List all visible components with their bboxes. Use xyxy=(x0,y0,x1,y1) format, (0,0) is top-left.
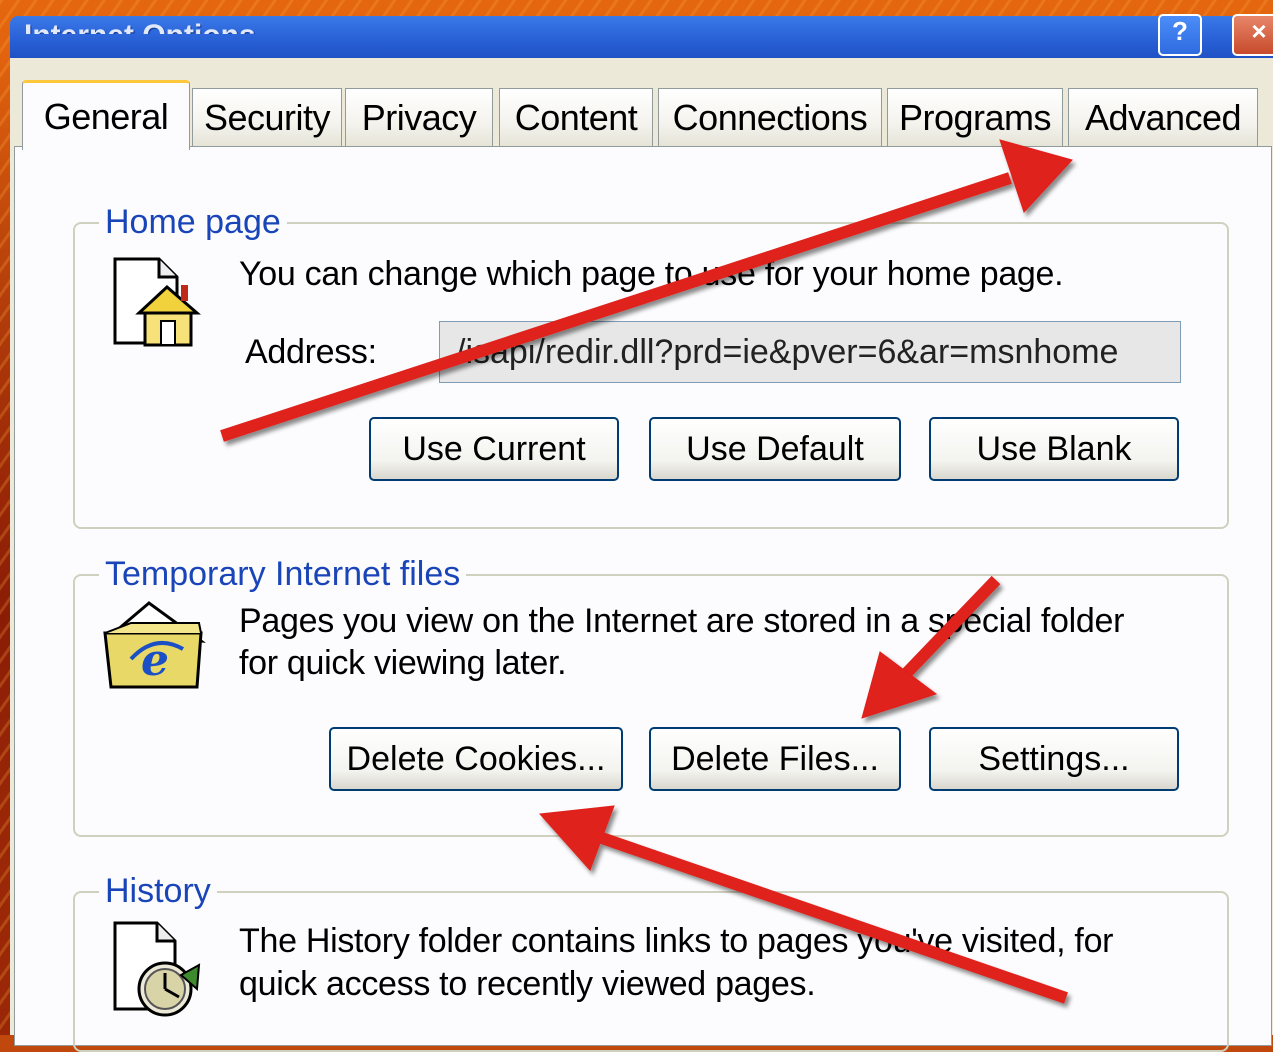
window-title: Internet Options xyxy=(24,19,256,52)
temporary-files-legend: Temporary Internet files xyxy=(105,555,461,593)
temporary-files-group: Temporary Internet files xyxy=(73,555,1229,837)
title-bar[interactable]: Internet Options ? × xyxy=(10,14,1273,60)
tab-advanced[interactable]: Advanced xyxy=(1068,88,1258,146)
tab-general[interactable]: General xyxy=(22,80,190,150)
home-page-description: You can change which page to use for you… xyxy=(239,255,1064,293)
address-label: Address: xyxy=(245,333,377,371)
delete-cookies-button[interactable]: Delete Cookies... xyxy=(329,727,623,791)
tab-connections[interactable]: Connections xyxy=(658,88,882,146)
use-current-button[interactable]: Use Current xyxy=(369,417,619,481)
temp-files-description-line1: Pages you view on the Internet are store… xyxy=(239,602,1125,640)
history-group: History xyxy=(73,872,1229,1052)
history-description-line2: quick access to recently viewed pages. xyxy=(239,965,816,1003)
ie-folder-icon: e xyxy=(103,601,206,689)
close-button[interactable]: × xyxy=(1232,14,1273,56)
tab-strip: General Security Privacy Content Connect… xyxy=(10,58,1273,150)
delete-files-button[interactable]: Delete Files... xyxy=(649,727,901,791)
internet-options-dialog: General Security Privacy Content Connect… xyxy=(10,58,1273,1052)
history-description-line1: The History folder contains links to pag… xyxy=(239,922,1114,960)
use-default-button[interactable]: Use Default xyxy=(649,417,901,481)
home-page-legend: Home page xyxy=(105,203,281,241)
use-blank-button[interactable]: Use Blank xyxy=(929,417,1179,481)
tab-content[interactable]: Content xyxy=(499,88,653,146)
temp-files-description-line2: for quick viewing later. xyxy=(239,644,567,682)
home-page-icon xyxy=(113,257,201,347)
settings-button[interactable]: Settings... xyxy=(929,727,1179,791)
tab-security[interactable]: Security xyxy=(192,88,342,146)
history-clock-icon xyxy=(113,921,201,1017)
tab-privacy[interactable]: Privacy xyxy=(345,88,493,146)
general-tab-page: Home page You can change which page to u… xyxy=(14,146,1272,1052)
home-address-field[interactable]: /isapi/redir.dll?prd=ie&pver=6&ar=msnhom… xyxy=(439,321,1181,383)
help-button[interactable]: ? xyxy=(1158,14,1202,56)
tab-programs[interactable]: Programs xyxy=(887,88,1063,146)
history-legend: History xyxy=(105,872,211,910)
